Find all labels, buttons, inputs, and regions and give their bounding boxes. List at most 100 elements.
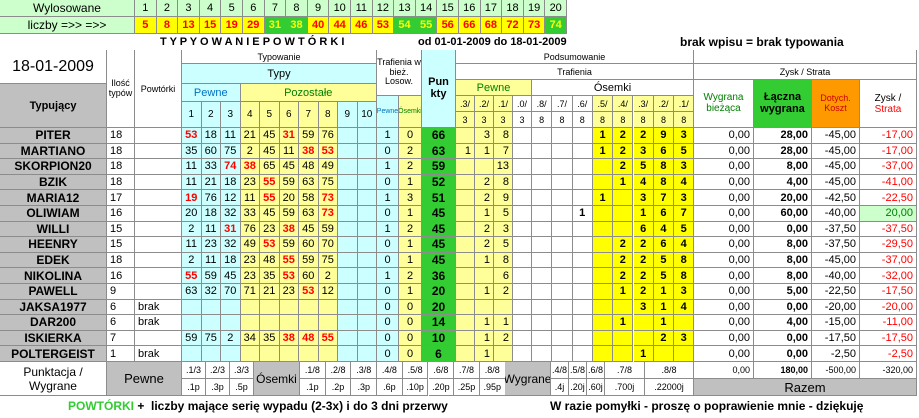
current-win-header: Wygrana bieżąca [694,80,754,128]
eight-col-den: 8 [532,112,553,128]
drawn-number: 56 [437,17,459,34]
drawn-number: 19 [221,17,243,34]
sure-hits [513,128,532,144]
type-number: 53 [182,128,202,144]
eight-hits: 4 [674,174,695,191]
type-number: 45 [260,143,280,160]
total-win: 0,00 [754,299,812,316]
eight-payout: .20p [428,379,455,396]
drawn-number: 74 [545,17,567,34]
sure-hits: 1 [475,315,494,331]
player-repeats [135,221,182,238]
eight-hits: 2 [613,143,634,160]
type-number: 59 [279,206,299,222]
sure-hits: 5 [494,237,513,253]
total-win-header: Łączna wygrana [754,80,812,128]
eight-col: .1/ [674,96,695,112]
type-number [357,315,377,331]
player-name: OLIWIAM [0,206,107,222]
type-number: 76 [318,128,338,144]
profit: -37,50 [860,221,917,238]
draw-position: 8 [286,0,308,17]
sure-hits [494,299,513,316]
eight-col: .5/ [592,96,614,112]
sum-cost: -500,00 [812,362,860,379]
profit-header: Zysk / Strata [860,80,917,128]
sure-hits: 8 [494,128,513,144]
player-repeats [135,268,182,284]
player-repeats [135,252,182,269]
player-repeats [135,284,182,300]
sure-hits [456,190,475,206]
player-name: DAR200 [0,315,107,331]
eight-hits [633,330,654,347]
sure-hits: 3 [494,221,513,238]
hits-group: Trafienia w bież. Losow. [377,50,422,96]
eight-hits [552,315,573,331]
eight-hits [613,330,634,347]
hit-eight: 0 [399,330,422,347]
profit: -17,50 [860,284,917,300]
hit-eight: 3 [399,190,422,206]
spreadsheet: Wylosowane liczby =>> =>> 1 5 2 8 3 13 4 15 5 19 6 29… [0,0,919,418]
type-number: 53 [299,284,319,300]
profit-label-a: Zysk / [874,92,902,104]
eight-hits: 6 [653,237,675,253]
current-win: 0,00 [694,268,754,284]
current-win: 0,00 [694,128,754,144]
sure-hits [513,159,532,175]
footer-label2: Wygrane [29,378,77,393]
eight-hits [572,346,593,362]
hit-sure: 0 [377,237,399,253]
sum-current: 0,00 [694,362,754,379]
profit: -20,00 [860,299,917,316]
cost: -45,00 [812,128,860,144]
type-number: 55 [260,190,280,206]
drawn-number: 55 [415,17,438,34]
sure-col-den: 3 [513,112,532,128]
eight-hits: 5 [653,268,675,284]
type-number: 35 [182,143,202,160]
points: 20 [422,284,456,300]
hit-eight: 1 [399,174,422,191]
eight-hits [592,315,614,331]
typing-group: Typowanie [182,50,377,64]
sure-hits: 1 [494,315,513,331]
type-number: 59 [318,221,338,238]
drawn-number: 53 [372,17,395,34]
player-repeats [135,159,182,175]
type-position: 9 [338,102,358,128]
eight-hits: 1 [633,346,654,362]
player-name: SKORPION20 [0,159,107,175]
player-count: 16 [107,206,135,222]
drawn-number: 68 [480,17,503,34]
current-win: 0,00 [694,346,754,362]
type-number [357,221,377,238]
total-win: 28,00 [754,143,812,160]
sure-hits [513,174,532,191]
type-number [357,346,377,362]
total-win: 0,00 [754,346,812,362]
eight-hits: 3 [674,330,695,347]
win-payout: .60j [587,379,605,396]
type-number: 55 [318,330,338,347]
numbers-label: liczby =>> =>> [0,17,135,34]
sure-col: .1/ [494,96,513,112]
eight-hits: 1 [572,206,593,222]
eight-hits [532,315,553,331]
type-number: 12 [221,190,241,206]
hit-sure: 0 [377,284,399,300]
eight-hits: 8 [674,252,695,269]
type-number [338,221,358,238]
drawn-number: 8 [156,17,179,34]
type-number: 73 [318,206,338,222]
player-count: 16 [107,268,135,284]
type-number [318,299,338,316]
draw-position: 2 [156,0,179,17]
hit-eight: 2 [399,268,422,284]
type-number: 45 [260,206,280,222]
note-left-highlight: POWTÓRKI [68,399,134,413]
profit-group: Zysk / Strata [694,64,917,80]
player-repeats: brak [135,346,182,362]
eight-hits [552,159,573,175]
